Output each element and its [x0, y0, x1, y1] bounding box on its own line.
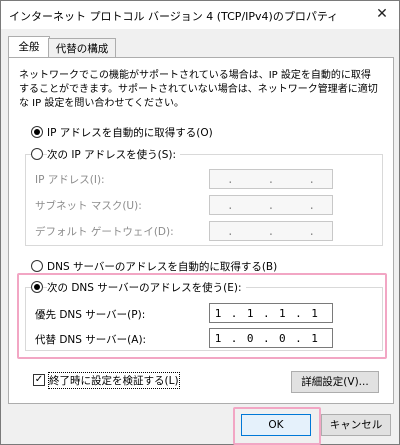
default-gateway-input[interactable]: ... [209, 221, 333, 241]
dns-manual-radio[interactable] [31, 281, 43, 293]
default-gateway-label: デフォルト ゲートウェイ(D): [35, 226, 174, 238]
subnet-mask-label: サブネット マスク(U): [35, 200, 142, 212]
preferred-dns-label: 優先 DNS サーバー(P): [35, 309, 146, 321]
ip-auto-label[interactable]: IP アドレスを自動的に取得する(O) [47, 125, 213, 140]
validate-label[interactable]: 終了時に設定を検証する(L) [48, 372, 180, 389]
description-text: ネットワークでこの機能がサポートされている場合は、IP 設定を自動的に取得するこ… [19, 70, 378, 109]
title-bar: インターネット プロトコル バージョン 4 (TCP/IPv4)のプロパティ ✕ [1, 1, 399, 29]
advanced-settings-button[interactable]: 詳細設定(V)... [291, 371, 379, 393]
ok-button[interactable]: OK [241, 414, 311, 436]
dns-auto-radio[interactable] [31, 260, 43, 272]
ip-address-label: IP アドレス(I): [35, 174, 105, 186]
ip-address-input[interactable]: ... [209, 169, 333, 189]
validate-checkbox[interactable]: ✓ [33, 374, 45, 386]
tab-alternate-label: 代替の構成 [55, 43, 109, 55]
dialog-window: インターネット プロトコル バージョン 4 (TCP/IPv4)のプロパティ ✕… [0, 0, 400, 445]
ip-manual-radio[interactable] [31, 148, 43, 160]
cancel-button[interactable]: キャンセル [321, 414, 391, 436]
preferred-dns-input[interactable]: 1. 1. 1. 1 [209, 303, 333, 323]
tab-general-label: 全般 [18, 41, 40, 53]
ip-auto-radio[interactable] [31, 126, 43, 138]
close-icon[interactable]: ✕ [373, 5, 391, 23]
ip-manual-label[interactable]: 次の IP アドレスを使う(S): [47, 147, 180, 162]
dns-auto-label[interactable]: DNS サーバーのアドレスを自動的に取得する(B) [47, 259, 277, 274]
check-icon: ✓ [34, 374, 44, 385]
alternate-dns-label: 代替 DNS サーバー(A): [35, 334, 147, 346]
dns-manual-label[interactable]: 次の DNS サーバーのアドレスを使う(E): [47, 280, 246, 295]
window-title: インターネット プロトコル バージョン 4 (TCP/IPv4)のプロパティ [9, 10, 339, 23]
alternate-dns-input[interactable]: 1. 0. 0. 1 [209, 328, 333, 348]
tab-general[interactable]: 全般 [8, 36, 50, 59]
subnet-mask-input[interactable]: ... [209, 195, 333, 215]
